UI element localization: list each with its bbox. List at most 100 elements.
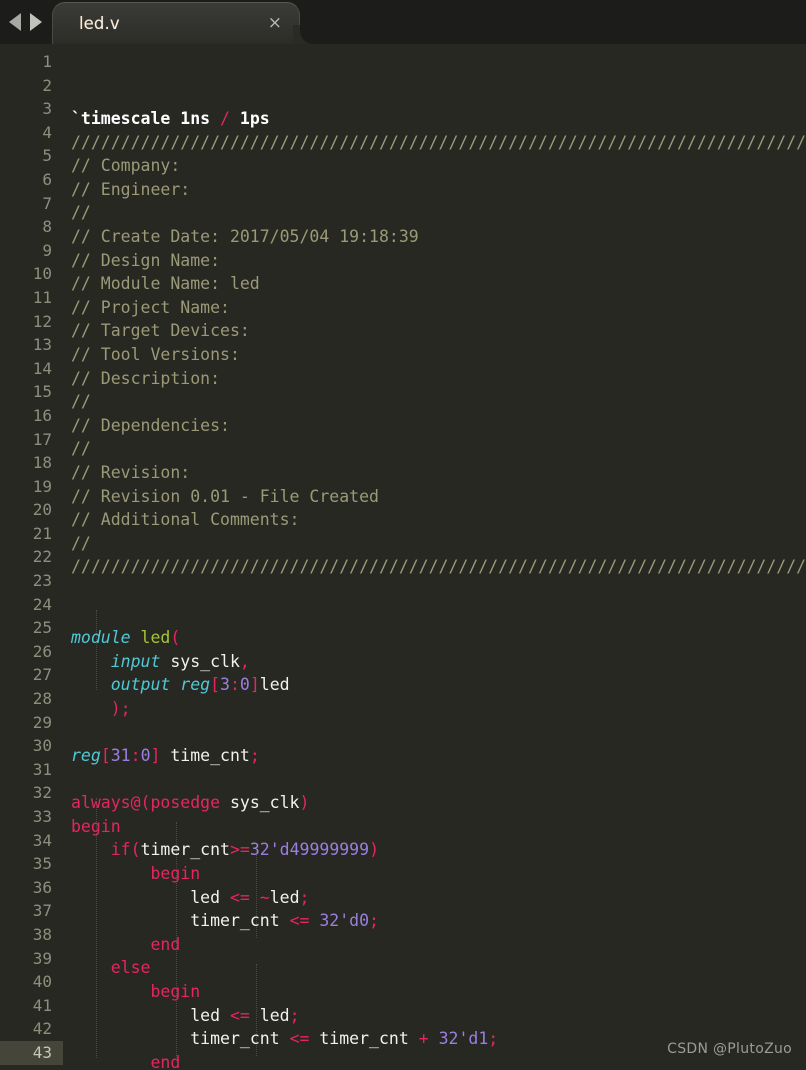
line-number[interactable]: 13 xyxy=(0,333,63,357)
line-number[interactable]: 41 xyxy=(0,994,63,1018)
line-number-gutter[interactable]: 1 2 3 4 5 6 7 8 9 10 11 12 13 14 15 16 17 18 19 20 21 22 23 24 2… xyxy=(0,44,63,1070)
code-line[interactable]: // xyxy=(71,390,806,414)
code-line[interactable]: begin xyxy=(71,980,806,1004)
code-line[interactable]: else xyxy=(71,956,806,980)
line-number[interactable]: 22 xyxy=(0,545,63,569)
code-line[interactable]: reg[31:0] time_cnt; xyxy=(71,744,806,768)
code-line[interactable]: // Design Name: xyxy=(71,249,806,273)
code-line[interactable]: begin xyxy=(71,815,806,839)
code-line[interactable]: always@(posedge sys_clk) xyxy=(71,791,806,815)
line-number[interactable]: 4 xyxy=(0,121,63,145)
line-number[interactable]: 31 xyxy=(0,758,63,782)
code-line[interactable] xyxy=(71,602,806,626)
line-number[interactable]: 38 xyxy=(0,923,63,947)
code-line[interactable]: // Dependencies: xyxy=(71,414,806,438)
code-line[interactable]: input sys_clk, xyxy=(71,650,806,674)
line-number[interactable]: 19 xyxy=(0,475,63,499)
close-icon[interactable]: × xyxy=(265,13,285,34)
line-number[interactable]: 11 xyxy=(0,286,63,310)
code-line[interactable]: led <= ~led; xyxy=(71,886,806,910)
code-line[interactable]: // xyxy=(71,532,806,556)
line-number[interactable]: 39 xyxy=(0,947,63,971)
nav-previous-tab-icon[interactable] xyxy=(9,13,21,31)
line-number[interactable]: 40 xyxy=(0,970,63,994)
code-line[interactable]: // Create Date: 2017/05/04 19:18:39 xyxy=(71,225,806,249)
code-line[interactable]: // Target Devices: xyxy=(71,319,806,343)
code-line[interactable]: // Engineer: xyxy=(71,178,806,202)
line-number[interactable]: 20 xyxy=(0,498,63,522)
line-number[interactable]: 34 xyxy=(0,829,63,853)
code-line[interactable]: // Description: xyxy=(71,367,806,391)
code-line[interactable]: `timescale 1ns / 1ps xyxy=(71,107,806,131)
code-line[interactable]: // Company: xyxy=(71,154,806,178)
code-token: ) xyxy=(299,793,310,813)
code-content[interactable]: `timescale 1ns / 1ps////////////////////… xyxy=(63,44,806,1070)
nav-next-tab-icon[interactable] xyxy=(30,13,42,31)
line-number[interactable]: 42 xyxy=(0,1017,63,1041)
line-number[interactable]: 17 xyxy=(0,428,63,452)
code-line[interactable]: timer_cnt <= 32'd0; xyxy=(71,909,806,933)
line-number[interactable]: 5 xyxy=(0,144,63,168)
line-number[interactable]: 21 xyxy=(0,522,63,546)
code-line[interactable]: led <= led; xyxy=(71,1004,806,1028)
code-editor[interactable]: 1 2 3 4 5 6 7 8 9 10 11 12 13 14 15 16 17 18 19 20 21 22 23 24 2… xyxy=(0,44,806,1070)
line-number[interactable]: 10 xyxy=(0,262,63,286)
line-number[interactable]: 14 xyxy=(0,357,63,381)
line-number[interactable]: 44 xyxy=(0,1065,63,1070)
line-number[interactable]: 7 xyxy=(0,192,63,216)
tab-bar-empty-space[interactable] xyxy=(360,2,806,44)
line-number[interactable]: 2 xyxy=(0,74,63,98)
code-line[interactable]: // Module Name: led xyxy=(71,272,806,296)
code-line[interactable]: // Project Name: xyxy=(71,296,806,320)
code-line[interactable]: output reg[3:0]led xyxy=(71,673,806,697)
line-number[interactable]: 43 xyxy=(0,1040,63,1065)
code-line[interactable]: // xyxy=(71,201,806,225)
code-token: reg xyxy=(180,675,211,695)
line-number[interactable]: 29 xyxy=(0,711,63,735)
code-line[interactable]: end xyxy=(71,933,806,957)
code-line[interactable]: // Revision: xyxy=(71,461,806,485)
line-number[interactable]: 37 xyxy=(0,899,63,923)
code-line[interactable]: // Additional Comments: xyxy=(71,508,806,532)
code-line[interactable] xyxy=(71,579,806,603)
code-token: `timescale xyxy=(71,109,181,128)
line-number[interactable]: 9 xyxy=(0,239,63,263)
line-number[interactable]: 16 xyxy=(0,404,63,428)
code-line[interactable]: // Tool Versions: xyxy=(71,343,806,367)
line-number[interactable]: 12 xyxy=(0,310,63,334)
code-token: [ xyxy=(210,675,221,695)
code-line[interactable]: ////////////////////////////////////////… xyxy=(71,555,806,579)
line-number[interactable]: 8 xyxy=(0,215,63,239)
line-number[interactable]: 33 xyxy=(0,805,63,829)
line-number[interactable]: 1 xyxy=(0,50,63,74)
editor-window: led.v × 1 2 3 4 5 6 7 8 9 10 11 12 13 14 15 16 17 18 19 20 2… xyxy=(0,0,806,1070)
code-line[interactable] xyxy=(71,720,806,744)
line-number[interactable]: 15 xyxy=(0,380,63,404)
code-token: >= xyxy=(229,840,250,860)
code-line[interactable]: // Revision 0.01 - File Created xyxy=(71,485,806,509)
code-token: output xyxy=(110,675,181,695)
code-line[interactable] xyxy=(71,768,806,792)
line-number[interactable]: 18 xyxy=(0,451,63,475)
code-line[interactable]: begin xyxy=(71,862,806,886)
line-number[interactable]: 28 xyxy=(0,687,63,711)
line-number[interactable]: 35 xyxy=(0,852,63,876)
code-line[interactable]: ); xyxy=(71,697,806,721)
code-line[interactable]: // xyxy=(71,437,806,461)
tab-led-v[interactable]: led.v × xyxy=(52,2,300,44)
line-number[interactable]: 30 xyxy=(0,734,63,758)
line-number[interactable]: 24 xyxy=(0,593,63,617)
line-number[interactable]: 26 xyxy=(0,640,63,664)
line-number[interactable]: 36 xyxy=(0,876,63,900)
line-number[interactable]: 6 xyxy=(0,168,63,192)
line-number[interactable]: 32 xyxy=(0,781,63,805)
code-line[interactable]: module led( xyxy=(71,626,806,650)
line-number[interactable]: 3 xyxy=(0,97,63,121)
line-number[interactable]: 25 xyxy=(0,616,63,640)
code-line[interactable]: ////////////////////////////////////////… xyxy=(71,131,806,155)
code-line[interactable]: if(timer_cnt>=32'd49999999) xyxy=(71,838,806,862)
line-number[interactable]: 27 xyxy=(0,663,63,687)
line-number[interactable]: 23 xyxy=(0,569,63,593)
